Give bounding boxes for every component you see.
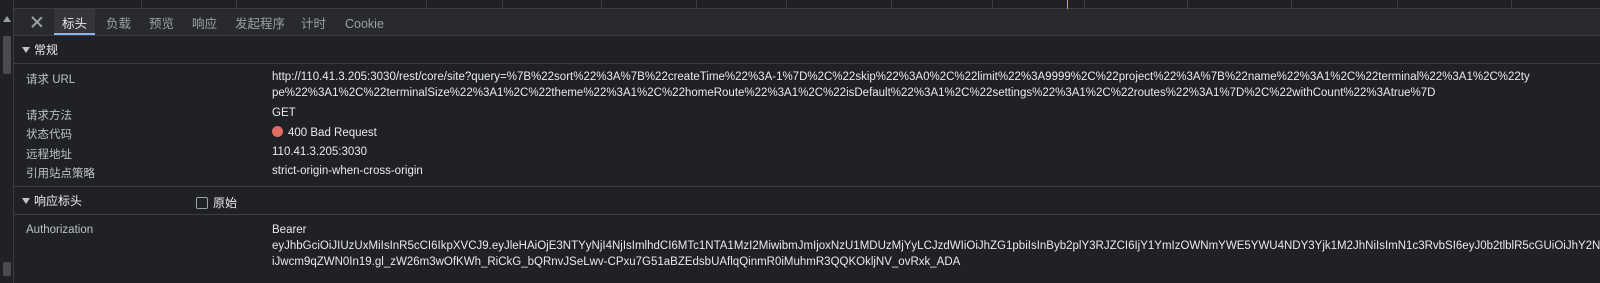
left-scroll-gutter[interactable] [0, 0, 14, 283]
request-url-value-cont: pe%22%3A1%2C%22terminalSize%22%3A1%2C%22… [272, 87, 1436, 99]
tab-headers[interactable]: 标头 [54, 9, 96, 35]
general-section-title: 常规 [34, 43, 59, 57]
referrer-policy-value: strict-origin-when-cross-origin [272, 165, 423, 177]
tab-preview[interactable]: 预览 [149, 9, 174, 35]
authorization-header-value: Bearer [272, 224, 307, 236]
general-section-header[interactable]: 常规 [14, 37, 1600, 63]
waterfall-strip [14, 0, 1600, 9]
tab-cookies[interactable]: Cookie [345, 9, 384, 35]
expand-triangle-icon [22, 47, 30, 53]
scroll-up-arrow-icon[interactable] [3, 16, 11, 22]
status-code-text: 400 Bad Request [288, 127, 377, 139]
status-error-icon [272, 126, 283, 137]
authorization-header-label: Authorization [26, 224, 94, 236]
authorization-header-value-cont: eyJhbGciOiJIUzUxMiIsInR5cCI6IkpXVCJ9.eyJ… [272, 240, 1600, 252]
divider [14, 63, 1600, 64]
request-url-label: 请求 URL [26, 74, 76, 86]
request-url-value: http://110.41.3.205:3030/rest/core/site?… [272, 71, 1530, 83]
response-headers-title: 响应标头 [34, 194, 83, 208]
remote-address-value: 110.41.3.205:3030 [272, 146, 368, 158]
expand-triangle-icon [22, 198, 30, 204]
request-method-value: GET [272, 107, 296, 119]
status-code-label: 状态代码 [26, 129, 72, 141]
detail-tab-bar: 标头 负载 预览 响应 发起程序 计时 Cookie [14, 9, 1600, 36]
tab-timing[interactable]: 计时 [301, 9, 326, 35]
raw-checkbox[interactable] [196, 197, 208, 209]
referrer-policy-label: 引用站点策略 [26, 168, 95, 180]
status-code-value: 400 Bad Request [272, 126, 377, 139]
scrollbar-thumb-lower[interactable] [3, 262, 11, 276]
divider [14, 214, 1600, 215]
divider [14, 186, 1600, 187]
raw-checkbox-label[interactable]: 原始 [213, 194, 237, 212]
scrollbar-thumb[interactable] [3, 36, 11, 74]
response-headers-section-header[interactable]: 响应标头 [14, 188, 1600, 214]
authorization-header-value-cont2: iJwcm9qZWN0In19.gl_zW26m3wOfKWh_RiCkG_bQ… [272, 256, 961, 268]
tab-response[interactable]: 响应 [192, 9, 217, 35]
close-icon[interactable] [31, 16, 43, 28]
headers-panel: 常规 请求 URL http://110.41.3.205:3030/rest/… [14, 36, 1600, 283]
remote-address-label: 远程地址 [26, 149, 72, 161]
request-method-label: 请求方法 [26, 110, 72, 122]
tab-payload[interactable]: 负载 [106, 9, 131, 35]
tab-initiator[interactable]: 发起程序 [235, 9, 285, 35]
